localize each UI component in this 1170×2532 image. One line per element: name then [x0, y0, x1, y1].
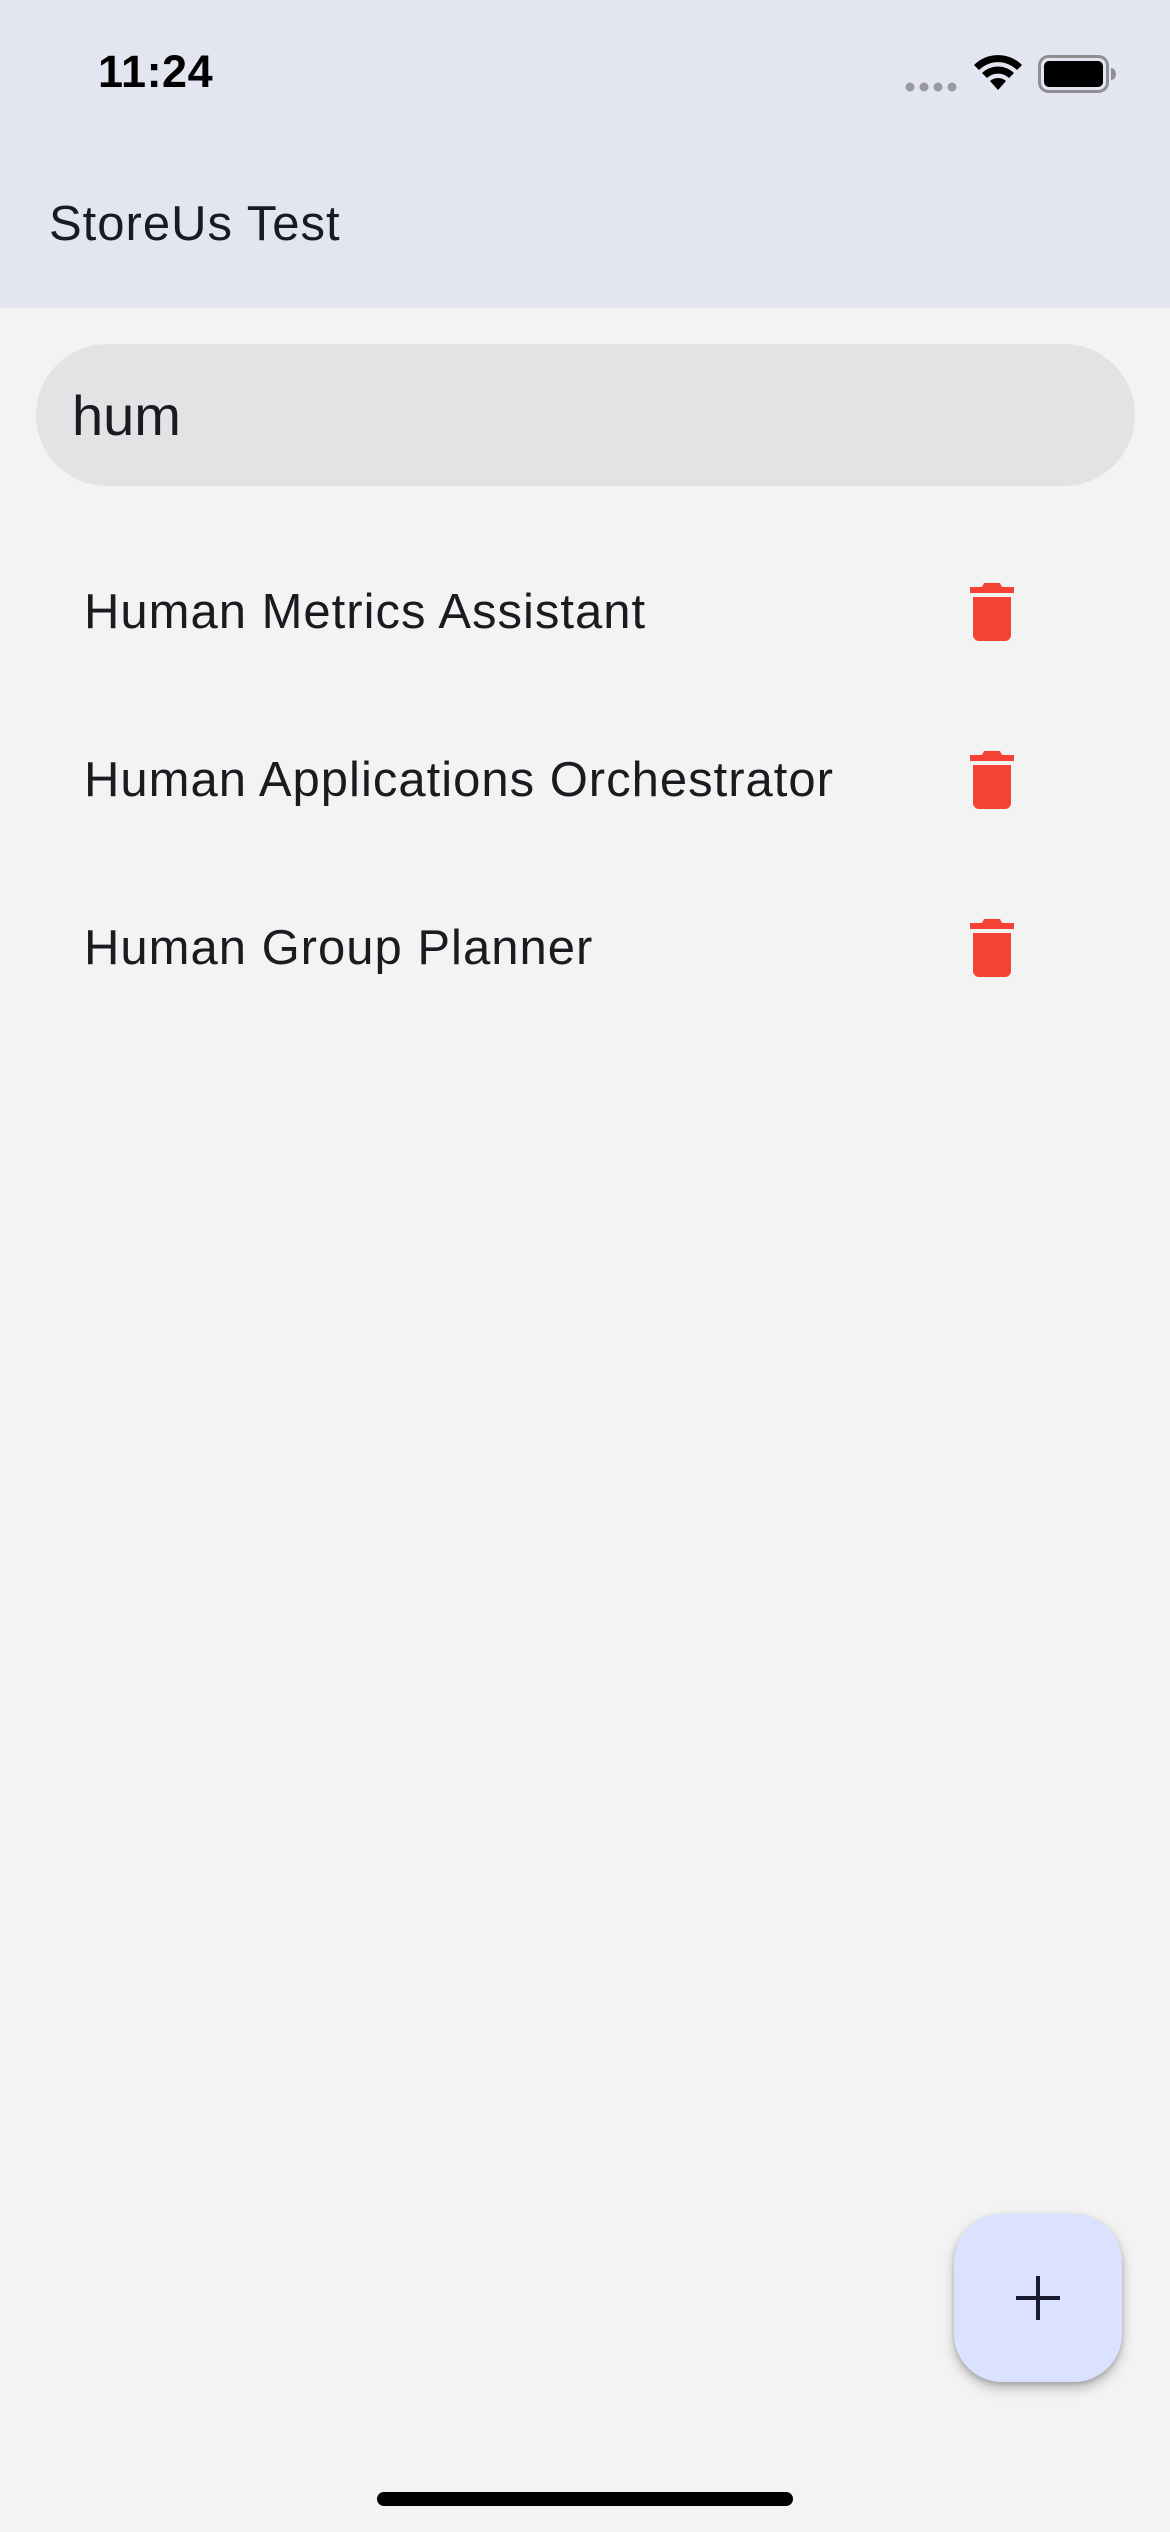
list-item-label: Human Applications Orchestrator	[84, 753, 834, 807]
list-item-label: Human Metrics Assistant	[84, 585, 647, 639]
signal-icon	[905, 82, 957, 92]
wifi-icon	[974, 55, 1022, 90]
trash-icon	[970, 919, 1014, 977]
add-item-fab[interactable]	[954, 2214, 1122, 2382]
list-item-label: Human Group Planner	[84, 921, 594, 975]
list-item[interactable]: Human Group Planner	[0, 864, 1170, 1032]
search-input[interactable]	[36, 344, 1135, 486]
battery-icon	[1038, 55, 1116, 93]
list-item[interactable]: Human Applications Orchestrator	[0, 696, 1170, 864]
plus-icon	[1016, 2276, 1060, 2320]
delete-button[interactable]	[952, 908, 1032, 988]
top-app-area: 11:24 StoreUs Test	[0, 0, 1170, 308]
delete-button[interactable]	[952, 740, 1032, 820]
delete-button[interactable]	[952, 572, 1032, 652]
results-list: Human Metrics Assistant Human Applicatio…	[0, 528, 1170, 1032]
app-title: StoreUs Test	[49, 197, 341, 251]
status-time: 11:24	[98, 46, 214, 97]
trash-icon	[970, 583, 1014, 641]
list-item[interactable]: Human Metrics Assistant	[0, 528, 1170, 696]
home-indicator[interactable]	[377, 2492, 793, 2506]
trash-icon	[970, 751, 1014, 809]
